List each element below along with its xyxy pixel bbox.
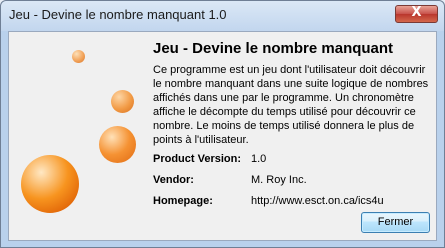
homepage-value: http://www.esct.on.ca/ics4u xyxy=(251,195,384,207)
vendor-value: M. Roy Inc. xyxy=(251,174,307,186)
version-value: 1.0 xyxy=(251,153,267,165)
window-title: Jeu - Devine le nombre manquant 1.0 xyxy=(9,7,227,22)
version-label: Product Version: xyxy=(153,153,242,165)
program-description: Ce programme est un jeu dont l'utilisate… xyxy=(153,64,429,146)
fermer-button[interactable]: Fermer xyxy=(361,212,430,233)
biggest-orange-ball-icon xyxy=(21,155,79,213)
about-dialog: Jeu - Devine le nombre manquant 1.0 X Je… xyxy=(0,0,445,248)
large-orange-ball-icon xyxy=(99,126,136,163)
small-orange-ball-icon xyxy=(72,50,85,63)
close-window-button[interactable]: X xyxy=(395,5,438,23)
title-bar[interactable]: Jeu - Devine le nombre manquant 1.0 X xyxy=(1,1,444,31)
medium-orange-ball-icon xyxy=(111,90,134,113)
dialog-body: Jeu - Devine le nombre manquant Ce progr… xyxy=(8,31,437,241)
decorative-balls-graphic xyxy=(9,32,149,240)
vendor-label: Vendor: xyxy=(153,174,194,186)
homepage-label: Homepage: xyxy=(153,195,213,207)
close-icon: X xyxy=(411,5,422,20)
dialog-heading: Jeu - Devine le nombre manquant xyxy=(153,40,394,57)
